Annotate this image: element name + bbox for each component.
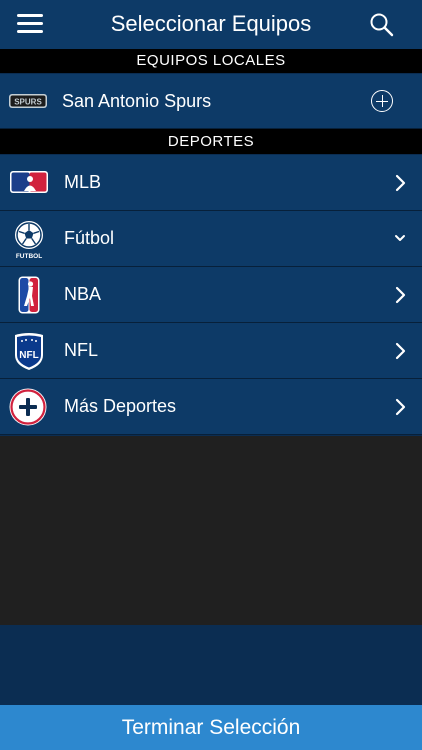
sport-label: MLB — [64, 172, 102, 192]
add-team-button[interactable] — [371, 90, 393, 112]
plus-circle-icon — [9, 388, 47, 426]
nfl-logo-text: NFL — [19, 350, 38, 361]
chevron-right-icon — [395, 174, 406, 192]
chevron-down-icon — [395, 235, 405, 241]
sport-label: NBA — [64, 284, 102, 304]
mlb-logo-icon — [10, 171, 48, 193]
finish-selection-button[interactable]: Terminar Selección — [0, 705, 422, 750]
team-row-san-antonio-spurs[interactable]: SPURS San Antonio Spurs — [0, 74, 422, 129]
sport-label: NFL — [64, 340, 99, 360]
page-title: Seleccionar Equipos — [110, 11, 312, 36]
sport-row-nfl[interactable]: NFL NFL — [0, 323, 422, 379]
search-icon — [370, 13, 394, 37]
chevron-right-icon — [395, 398, 406, 416]
chevron-right-icon — [395, 286, 406, 304]
sport-label: Fútbol — [64, 228, 115, 248]
sport-row-futbol[interactable]: FUTBOL Fútbol — [0, 211, 422, 267]
sport-row-more-sports[interactable]: Más Deportes — [0, 379, 422, 435]
empty-content-area — [0, 436, 422, 625]
hamburger-menu-icon — [17, 14, 43, 17]
section-header-local-teams: EQUIPOS LOCALES — [0, 49, 422, 73]
section-header-sports: DEPORTES — [0, 129, 422, 154]
nba-logo-icon — [18, 276, 40, 314]
menu-button[interactable] — [17, 14, 43, 34]
app-header: Seleccionar Equipos — [0, 0, 422, 49]
bottom-spacer — [0, 625, 422, 705]
futbol-caption: FUTBOL — [16, 253, 42, 260]
spurs-logo-text: SPURS — [14, 98, 42, 107]
spurs-logo-icon: SPURS — [9, 94, 47, 108]
sport-row-nba[interactable]: NBA — [0, 267, 422, 323]
team-name: San Antonio Spurs — [62, 91, 212, 111]
nfl-logo-icon: NFL — [15, 333, 43, 370]
sport-row-mlb[interactable]: MLB — [0, 155, 422, 211]
sport-label: Más Deportes — [64, 396, 177, 416]
search-button[interactable] — [369, 12, 395, 38]
chevron-right-icon — [395, 342, 406, 360]
soccer-ball-icon: FUTBOL — [15, 221, 43, 260]
